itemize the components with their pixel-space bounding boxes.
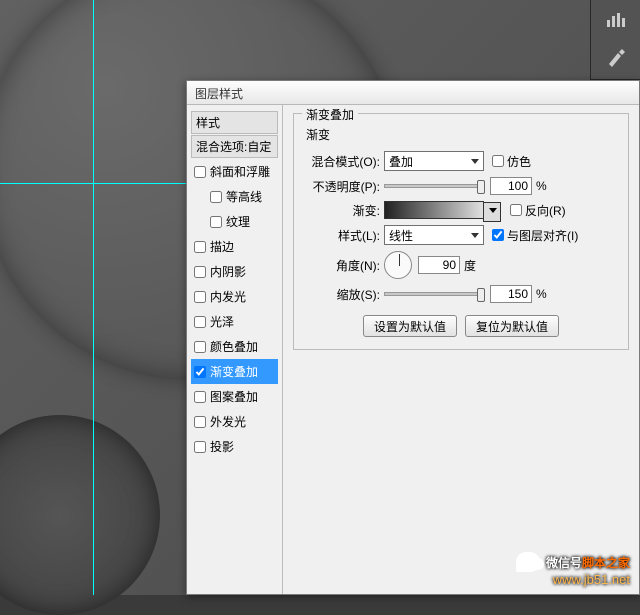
- slider-thumb[interactable]: [477, 288, 485, 302]
- style-checkbox[interactable]: [194, 291, 206, 303]
- scale-unit: %: [536, 287, 547, 301]
- style-item-label: 渐变叠加: [210, 363, 258, 380]
- reverse-checkbox[interactable]: 反向(R): [510, 202, 566, 219]
- gradient-subheader: 渐变: [306, 126, 620, 143]
- angle-label: 角度(N):: [302, 257, 384, 274]
- style-list: 样式 混合选项:自定 斜面和浮雕等高线纹理描边内阴影内发光光泽颜色叠加渐变叠加图…: [187, 105, 283, 594]
- style-item-2[interactable]: 纹理: [191, 209, 278, 234]
- scale-slider[interactable]: [384, 292, 484, 296]
- styles-header[interactable]: 样式: [191, 111, 278, 134]
- wechat-icon: [516, 552, 540, 572]
- opacity-unit: %: [536, 179, 547, 193]
- dialog-title[interactable]: 图层样式: [187, 81, 639, 105]
- style-item-label: 内发光: [210, 288, 246, 305]
- blend-mode-label: 混合模式(O):: [302, 153, 384, 170]
- align-label: 与图层对齐(I): [507, 227, 578, 244]
- reset-default-button[interactable]: 复位为默认值: [465, 315, 559, 337]
- style-checkbox[interactable]: [194, 391, 206, 403]
- angle-dial[interactable]: [384, 251, 412, 279]
- blend-options-header[interactable]: 混合选项:自定: [191, 135, 278, 158]
- style-item-9[interactable]: 图案叠加: [191, 384, 278, 409]
- watermark: 微信号脚本之家 www.jb51.net: [516, 551, 630, 587]
- gradient-picker[interactable]: [384, 201, 484, 219]
- style-item-label: 内阴影: [210, 263, 246, 280]
- settings-panel: 渐变叠加 渐变 混合模式(O): 叠加 仿色 不透明度(P): % 渐变: 反向…: [283, 105, 639, 594]
- guide-vertical[interactable]: [93, 0, 94, 595]
- dither-label: 仿色: [507, 153, 531, 170]
- style-item-label: 投影: [210, 438, 234, 455]
- style-checkbox[interactable]: [210, 191, 222, 203]
- style-checkbox[interactable]: [194, 241, 206, 253]
- artwork-circle-small: [0, 415, 160, 615]
- gradient-overlay-group: 渐变叠加 渐变 混合模式(O): 叠加 仿色 不透明度(P): % 渐变: 反向…: [293, 113, 629, 350]
- blend-mode-dropdown[interactable]: 叠加: [384, 151, 484, 171]
- style-item-label: 光泽: [210, 313, 234, 330]
- style-checkbox[interactable]: [210, 216, 222, 228]
- align-checkbox[interactable]: 与图层对齐(I): [492, 227, 578, 244]
- watermark-prefix: 微信号: [546, 556, 582, 570]
- group-title: 渐变叠加: [302, 106, 358, 123]
- angle-input[interactable]: [418, 256, 460, 274]
- scale-label: 缩放(S):: [302, 286, 384, 303]
- style-item-label: 等高线: [226, 188, 262, 205]
- style-checkbox[interactable]: [194, 266, 206, 278]
- style-item-1[interactable]: 等高线: [191, 184, 278, 209]
- gradient-label: 渐变:: [302, 202, 384, 219]
- style-checkbox[interactable]: [194, 166, 206, 178]
- style-item-label: 外发光: [210, 413, 246, 430]
- right-toolbar: [590, 0, 640, 80]
- style-checkbox[interactable]: [194, 416, 206, 428]
- style-item-5[interactable]: 内发光: [191, 284, 278, 309]
- opacity-label: 不透明度(P):: [302, 178, 384, 195]
- watermark-url: www.jb51.net: [516, 572, 630, 587]
- style-item-0[interactable]: 斜面和浮雕: [191, 159, 278, 184]
- style-dropdown[interactable]: 线性: [384, 225, 484, 245]
- opacity-input[interactable]: [490, 177, 532, 195]
- watermark-brand: 脚本之家: [582, 556, 630, 570]
- set-default-button[interactable]: 设置为默认值: [363, 315, 457, 337]
- style-item-label: 颜色叠加: [210, 338, 258, 355]
- style-item-3[interactable]: 描边: [191, 234, 278, 259]
- style-item-11[interactable]: 投影: [191, 434, 278, 459]
- style-item-7[interactable]: 颜色叠加: [191, 334, 278, 359]
- style-checkbox[interactable]: [194, 341, 206, 353]
- reverse-label: 反向(R): [525, 202, 566, 219]
- style-item-label: 斜面和浮雕: [210, 163, 270, 180]
- style-item-label: 描边: [210, 238, 234, 255]
- slider-thumb[interactable]: [477, 180, 485, 194]
- style-item-6[interactable]: 光泽: [191, 309, 278, 334]
- style-checkbox[interactable]: [194, 316, 206, 328]
- style-item-10[interactable]: 外发光: [191, 409, 278, 434]
- chevron-down-icon[interactable]: [489, 208, 497, 213]
- style-checkbox[interactable]: [194, 366, 206, 378]
- style-item-8[interactable]: 渐变叠加: [191, 359, 278, 384]
- opacity-slider[interactable]: [384, 184, 484, 188]
- layer-style-dialog: 图层样式 样式 混合选项:自定 斜面和浮雕等高线纹理描边内阴影内发光光泽颜色叠加…: [186, 80, 640, 595]
- angle-unit: 度: [464, 257, 476, 274]
- style-item-label: 图案叠加: [210, 388, 258, 405]
- histogram-icon[interactable]: [601, 6, 631, 34]
- style-label: 样式(L):: [302, 227, 384, 244]
- brush-tool-icon[interactable]: [601, 44, 631, 72]
- dither-checkbox[interactable]: 仿色: [492, 153, 531, 170]
- style-item-4[interactable]: 内阴影: [191, 259, 278, 284]
- scale-input[interactable]: [490, 285, 532, 303]
- style-checkbox[interactable]: [194, 441, 206, 453]
- style-item-label: 纹理: [226, 213, 250, 230]
